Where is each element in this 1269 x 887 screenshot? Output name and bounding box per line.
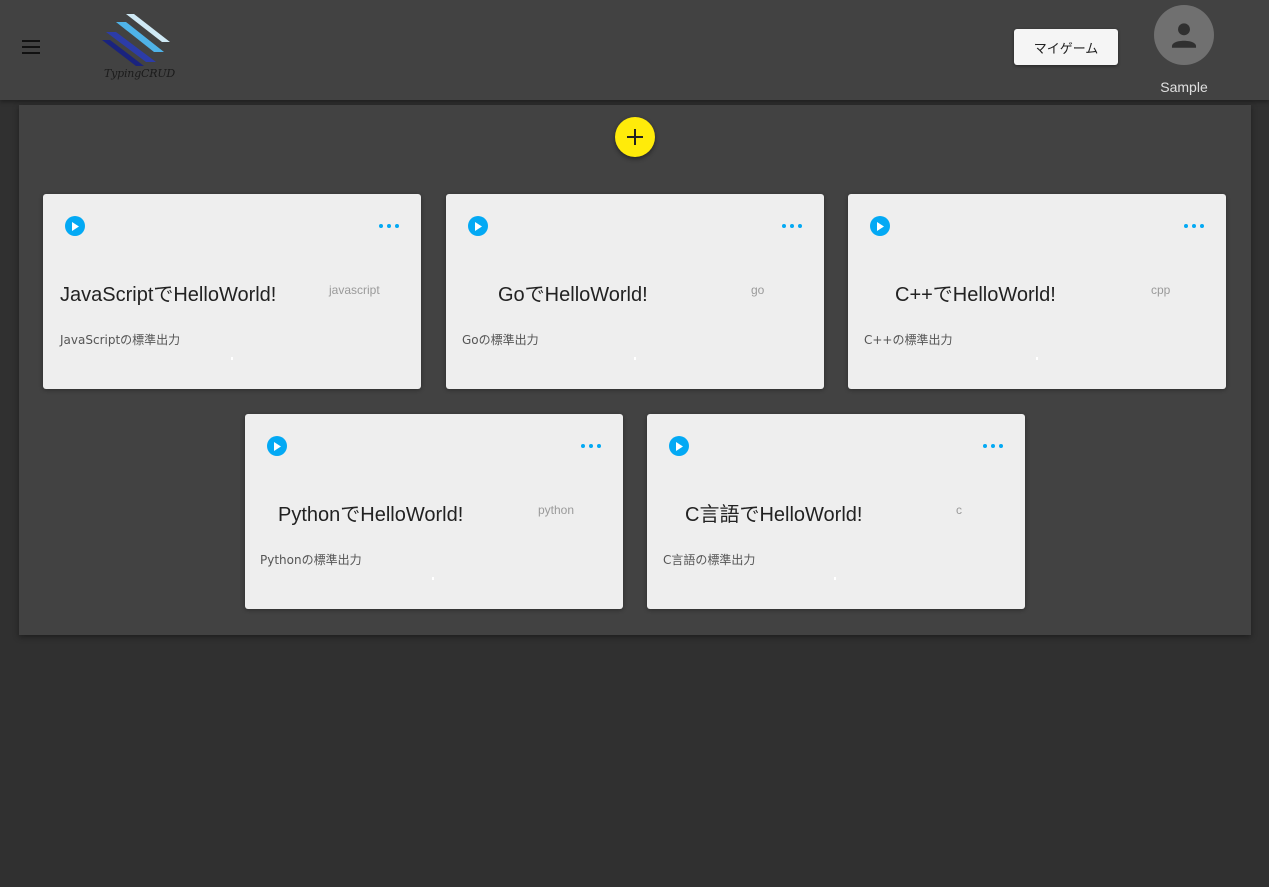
card-language: python [538, 503, 575, 517]
card-title: C言語でHelloWorld! [685, 504, 863, 526]
play-icon [676, 441, 683, 451]
more-icon-dot [387, 224, 391, 228]
more-options-button[interactable] [581, 438, 601, 454]
app-bar: TypingCRUD マイゲーム Sample [0, 0, 1269, 100]
card-description: Goの標準出力 [462, 333, 539, 347]
more-icon-dot [395, 224, 399, 228]
play-button[interactable] [870, 216, 890, 236]
menu-button[interactable] [14, 30, 48, 64]
more-icon-dot [782, 224, 786, 228]
card-description: C言語の標準出力 [663, 553, 756, 567]
card-title: GoでHelloWorld! [498, 284, 648, 306]
more-icon-dot [1184, 224, 1188, 228]
card-title: JavaScriptでHelloWorld! [60, 284, 277, 306]
card-divider-mark [634, 357, 636, 360]
card-description: JavaScriptの標準出力 [60, 333, 181, 347]
play-button[interactable] [669, 436, 689, 456]
more-icon-dot [991, 444, 995, 448]
hamburger-menu-icon [22, 40, 40, 54]
card-divider-mark [432, 577, 434, 580]
logo-text: TypingCRUD [104, 67, 176, 80]
play-icon [274, 441, 281, 451]
play-button[interactable] [468, 216, 488, 236]
card-language: go [751, 283, 765, 297]
card-divider-mark [1036, 357, 1038, 360]
card-language: javascript [329, 283, 380, 297]
game-card-python[interactable]: PythonでHelloWorld! python Pythonの標準出力 [245, 414, 623, 609]
play-icon [475, 221, 482, 231]
username: Sample [1160, 79, 1208, 95]
more-options-button[interactable] [983, 438, 1003, 454]
more-icon-dot [790, 224, 794, 228]
game-card-cpp[interactable]: C++でHelloWorld! cpp C++の標準出力 [848, 194, 1226, 389]
more-icon-dot [589, 444, 593, 448]
play-button[interactable] [267, 436, 287, 456]
more-icon-dot [798, 224, 802, 228]
card-description: C++の標準出力 [864, 333, 953, 347]
more-icon-dot [379, 224, 383, 228]
more-icon-dot [983, 444, 987, 448]
card-language: c [956, 503, 962, 517]
card-divider-mark [834, 577, 836, 580]
app-logo[interactable]: TypingCRUD [100, 12, 176, 82]
my-game-button[interactable]: マイゲーム [1014, 29, 1118, 65]
more-icon-dot [1192, 224, 1196, 228]
card-title: PythonでHelloWorld! [278, 504, 464, 526]
card-description: Pythonの標準出力 [260, 553, 362, 567]
logo-icon [102, 14, 170, 66]
more-options-button[interactable] [379, 218, 399, 234]
more-icon-dot [999, 444, 1003, 448]
play-button[interactable] [65, 216, 85, 236]
more-icon-dot [581, 444, 585, 448]
play-icon [72, 221, 79, 231]
plus-icon [627, 129, 643, 145]
card-title: C++でHelloWorld! [895, 284, 1056, 306]
more-icon-dot [597, 444, 601, 448]
game-card-c[interactable]: C言語でHelloWorld! c C言語の標準出力 [647, 414, 1025, 609]
person-icon [1171, 23, 1197, 48]
game-card-go[interactable]: GoでHelloWorld! go Goの標準出力 [446, 194, 824, 389]
more-options-button[interactable] [1184, 218, 1204, 234]
card-language: cpp [1151, 283, 1171, 297]
more-icon-dot [1200, 224, 1204, 228]
avatar[interactable] [1154, 5, 1214, 65]
add-game-button[interactable] [615, 117, 655, 157]
more-options-button[interactable] [782, 218, 802, 234]
game-card-javascript[interactable]: JavaScriptでHelloWorld! javascript JavaSc… [43, 194, 421, 389]
card-divider-mark [231, 357, 233, 360]
play-icon [877, 221, 884, 231]
